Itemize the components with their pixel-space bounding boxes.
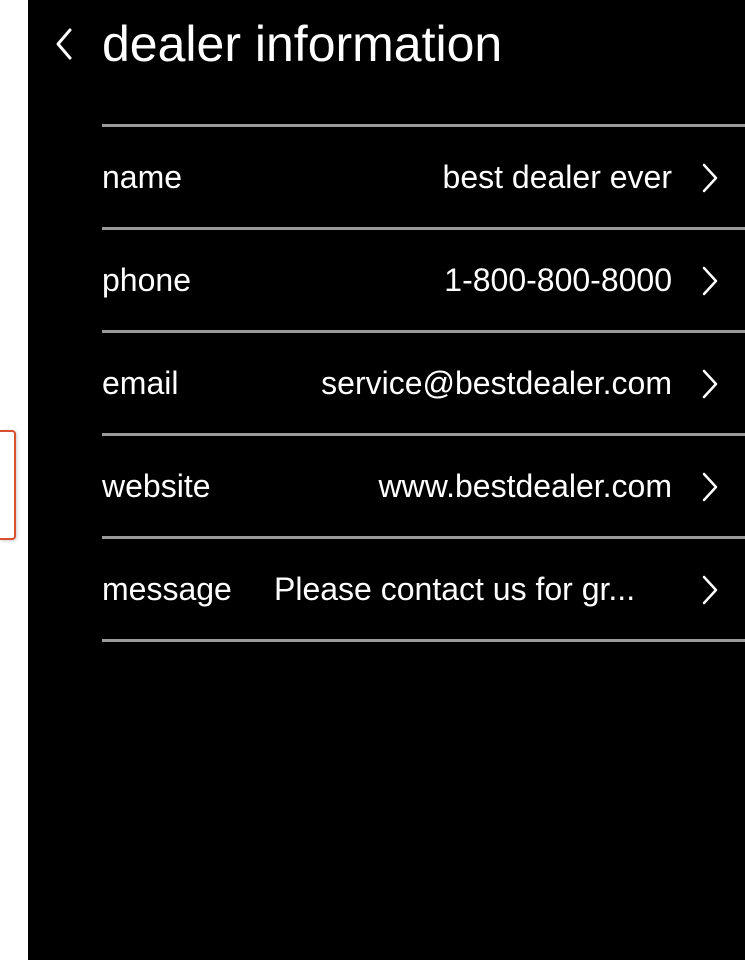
row-message[interactable]: message Please contact us for gr... [102,539,745,642]
chevron-right-icon [701,472,719,502]
row-label: phone [102,262,191,298]
page-title: dealer information [102,16,503,72]
row-phone[interactable]: phone 1-800-800-8000 [102,230,745,333]
side-drawer-handle[interactable] [0,430,16,540]
row-label: name [102,159,183,195]
row-name[interactable]: name best dealer ever [102,127,745,230]
chevron-right-icon [701,575,719,605]
row-label: message [102,571,232,607]
row-value: www.bestdealer.com [378,468,672,504]
row-email[interactable]: email service@bestdealer.com [102,333,745,436]
row-label: email [102,365,179,401]
row-label: website [102,468,211,504]
header: dealer information [28,0,745,90]
back-button[interactable] [46,20,86,68]
dealer-information-screen: dealer information name best dealer ever… [28,0,745,960]
row-website[interactable]: website www.bestdealer.com [102,436,745,539]
row-value: service@bestdealer.com [321,365,672,401]
chevron-right-icon [701,369,719,399]
chevron-right-icon [701,163,719,193]
row-value: 1-800-800-8000 [444,262,672,298]
row-value: Please contact us for gr... [274,571,636,607]
row-value: best dealer ever [442,159,672,195]
chevron-right-icon [701,266,719,296]
chevron-left-icon [56,28,72,60]
dealer-info-list: name best dealer ever phone 1-800-800-80… [102,124,745,642]
